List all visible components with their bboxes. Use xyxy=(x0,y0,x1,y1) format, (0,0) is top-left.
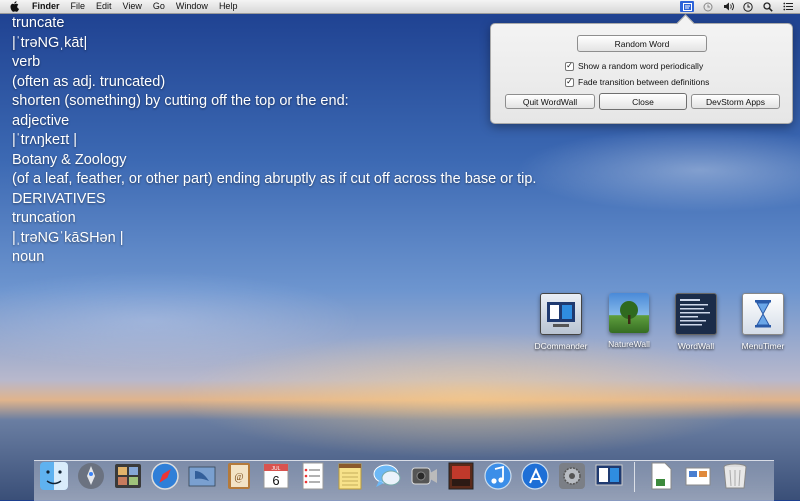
definition-line: shorten (something) by cutting off the t… xyxy=(12,93,349,109)
desktop-icon-label: DCommander xyxy=(534,341,588,351)
svg-text:@: @ xyxy=(234,472,243,483)
quit-wordwall-button[interactable]: Quit WordWall xyxy=(505,94,595,109)
dock: @ JUL 6 xyxy=(38,452,756,492)
show-random-label: Show a random word periodically xyxy=(578,61,704,71)
system-preferences-icon[interactable] xyxy=(556,460,588,492)
devstorm-apps-button[interactable]: DevStorm Apps xyxy=(691,94,780,109)
menu-edit[interactable]: Edit xyxy=(96,0,112,13)
definition-part-of-speech: adjective xyxy=(12,112,70,129)
dock-separator xyxy=(634,462,635,492)
mail-icon[interactable] xyxy=(186,460,218,492)
popover-arrow xyxy=(676,14,695,33)
naturewall-icon xyxy=(609,293,649,333)
app-store-icon[interactable] xyxy=(519,460,551,492)
wordwall-popover: Random Word ✓ Show a random word periodi… xyxy=(490,14,793,124)
random-word-button[interactable]: Random Word xyxy=(577,35,707,52)
show-random-row[interactable]: ✓ Show a random word periodically xyxy=(565,61,703,71)
menu-file[interactable]: File xyxy=(71,0,86,13)
definition-word: truncate xyxy=(12,15,65,31)
status-menus xyxy=(672,0,794,13)
menu-bar: Finder File Edit View Go Window Help xyxy=(0,0,800,14)
messages-icon[interactable] xyxy=(371,460,403,492)
contacts-icon[interactable]: @ xyxy=(223,460,255,492)
document-icon[interactable] xyxy=(645,460,677,492)
clock-icon[interactable] xyxy=(742,1,754,12)
definition-part-of-speech: verb xyxy=(12,54,41,70)
photo-frame-icon[interactable] xyxy=(445,460,477,492)
desktop-icon-wordwall[interactable]: WordWall xyxy=(661,293,731,351)
finder-icon[interactable] xyxy=(38,460,70,492)
definition-line: Botany & Zoology xyxy=(12,151,127,168)
calendar-icon[interactable]: JUL 6 xyxy=(260,460,292,492)
reminders-icon[interactable] xyxy=(297,460,329,492)
trash-icon[interactable] xyxy=(719,460,751,492)
menu-window[interactable]: Window xyxy=(176,0,208,13)
itunes-icon[interactable] xyxy=(482,460,514,492)
safari-icon[interactable] xyxy=(149,460,181,492)
desktop-icon-label: NatureWall xyxy=(608,339,650,349)
word-definition: truncate |ˈtrəNGˌkāt| verb (often as adj… xyxy=(12,14,536,268)
photo-booth-icon[interactable] xyxy=(112,460,144,492)
show-random-checkbox[interactable]: ✓ xyxy=(565,61,574,71)
menu-help[interactable]: Help xyxy=(219,0,238,13)
calendar-month: JUL xyxy=(272,466,281,472)
desktop-icon-label: MenuTimer xyxy=(741,341,785,351)
time-machine-icon[interactable] xyxy=(702,1,714,12)
desktop-icon-label: WordWall xyxy=(677,341,715,351)
fade-transition-checkbox[interactable]: ✓ xyxy=(565,77,574,87)
apple-menu-icon[interactable] xyxy=(10,1,22,12)
menu-view[interactable]: View xyxy=(123,0,142,13)
desktop-icon-dcommander[interactable]: DCommander xyxy=(526,293,596,351)
wordwall-status-icon[interactable] xyxy=(680,1,694,12)
dcommander-icon[interactable] xyxy=(593,460,625,492)
fade-transition-row[interactable]: ✓ Fade transition between definitions xyxy=(565,77,709,87)
close-button[interactable]: Close xyxy=(599,93,687,110)
facetime-icon[interactable] xyxy=(408,460,440,492)
menutimer-icon xyxy=(742,293,784,335)
dcommander-icon xyxy=(540,293,582,335)
spotlight-search-icon[interactable] xyxy=(762,1,774,12)
notification-center-icon[interactable] xyxy=(782,1,794,12)
desktop-icon-menutimer[interactable]: MenuTimer xyxy=(728,293,798,351)
fade-transition-label: Fade transition between definitions xyxy=(578,77,710,87)
definition-pronunciation: |ˈtrəNGˌkāt| xyxy=(12,34,88,51)
wordwall-icon xyxy=(675,293,717,335)
definition-line: (of a leaf, feather, or other part) endi… xyxy=(12,171,537,187)
menu-go[interactable]: Go xyxy=(153,0,165,13)
definition-line: DERIVATIVES xyxy=(12,190,106,207)
definition-line: truncation xyxy=(12,210,76,226)
notes-icon[interactable] xyxy=(334,460,366,492)
definition-pronunciation: |ˌtrəNGˈkāSHən | xyxy=(12,229,124,246)
definition-part-of-speech: noun xyxy=(12,249,45,265)
launchpad-icon[interactable] xyxy=(75,460,107,492)
menu-app-finder[interactable]: Finder xyxy=(32,0,60,13)
definition-line: (often as adj. truncated) xyxy=(12,73,166,90)
volume-icon[interactable] xyxy=(722,1,734,12)
desktop-icon-naturewall[interactable]: NatureWall xyxy=(594,293,664,349)
calendar-date: 6 xyxy=(272,473,279,488)
definition-pronunciation: |ˈtrʌŋkeɪt | xyxy=(12,132,78,148)
stack-icon[interactable] xyxy=(682,460,714,492)
